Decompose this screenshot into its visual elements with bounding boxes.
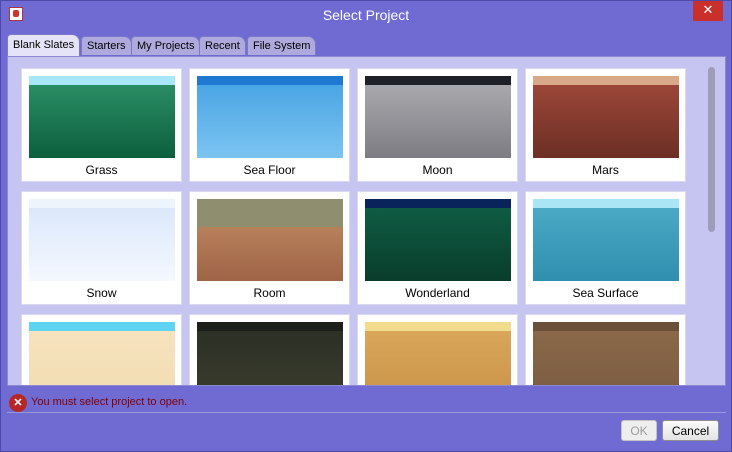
template-card-sea-floor[interactable]: Sea Floor <box>189 68 350 182</box>
template-label: Mars <box>592 163 619 177</box>
template-label: Moon <box>422 163 453 177</box>
template-thumbnail <box>533 322 679 385</box>
tab-bar: Blank Slates Starters My Projects Recent… <box>7 34 727 56</box>
template-thumbnail <box>533 199 679 281</box>
error-icon: ✕ <box>9 394 27 412</box>
template-card[interactable] <box>21 314 182 385</box>
tab-blank-slates[interactable]: Blank Slates <box>7 34 81 56</box>
template-thumbnail <box>365 76 511 158</box>
tab-starters[interactable]: Starters <box>81 36 132 55</box>
template-card[interactable] <box>189 314 350 385</box>
template-card-mars[interactable]: Mars <box>525 68 686 182</box>
close-button[interactable]: ✕ <box>693 1 723 21</box>
template-thumbnail <box>29 76 175 158</box>
template-card[interactable] <box>357 314 518 385</box>
template-thumbnail <box>29 322 175 385</box>
error-message: You must select project to open. <box>31 396 188 408</box>
template-label: Sea Floor <box>243 163 296 177</box>
template-gallery: Grass Sea Floor Moon Mars Snow Room Wonderland… <box>7 56 726 386</box>
template-card-room[interactable]: Room <box>189 191 350 305</box>
template-thumbnail <box>365 322 511 385</box>
ok-button[interactable]: OK <box>621 420 657 441</box>
template-card-snow[interactable]: Snow <box>21 191 182 305</box>
template-card-moon[interactable]: Moon <box>357 68 518 182</box>
tab-recent[interactable]: Recent <box>199 36 246 55</box>
template-label: Grass <box>85 163 118 177</box>
template-label: Wonderland <box>405 286 470 300</box>
select-project-dialog: Select Project ✕ Blank Slates Starters M… <box>0 0 732 452</box>
vertical-scrollbar-thumb[interactable] <box>708 67 715 232</box>
template-thumbnail <box>197 76 343 158</box>
template-card-grass[interactable]: Grass <box>21 68 182 182</box>
template-label: Snow <box>86 286 117 300</box>
title-bar: Select Project ✕ <box>1 1 731 29</box>
template-thumbnail <box>197 322 343 385</box>
template-card-wonderland[interactable]: Wonderland <box>357 191 518 305</box>
template-thumbnail <box>29 199 175 281</box>
window-title: Select Project <box>322 7 410 23</box>
template-card-sea-surface[interactable]: Sea Surface <box>525 191 686 305</box>
tab-my-projects[interactable]: My Projects <box>131 36 201 55</box>
template-thumbnail <box>197 199 343 281</box>
template-label: Room <box>253 286 286 300</box>
divider <box>7 412 726 413</box>
template-card[interactable] <box>525 314 686 385</box>
template-thumbnail <box>365 199 511 281</box>
cancel-button[interactable]: Cancel <box>662 420 719 441</box>
template-thumbnail <box>533 76 679 158</box>
tab-file-system[interactable]: File System <box>247 36 317 55</box>
template-label: Sea Surface <box>572 286 639 300</box>
